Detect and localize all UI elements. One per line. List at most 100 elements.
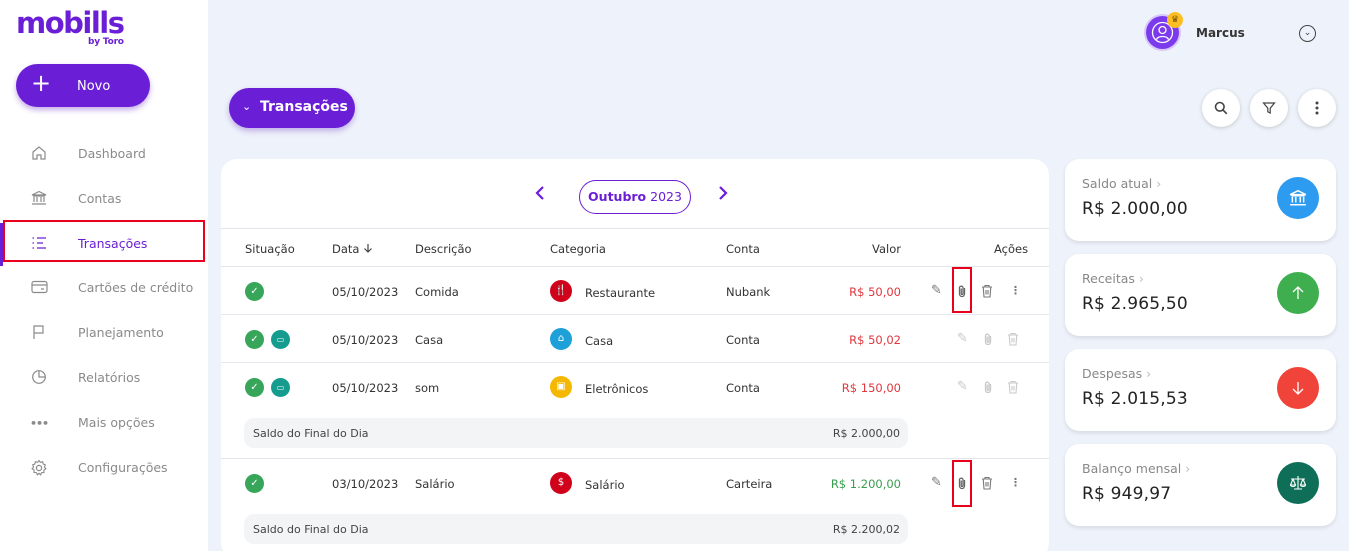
day-balance-summary: Saldo do Final do Dia R$ 2.000,00 — [244, 418, 908, 448]
sidebar-item-mais-opcoes[interactable]: ••• Mais opções — [0, 401, 208, 446]
sidebar-item-dashboard[interactable]: Dashboard — [0, 132, 208, 177]
month-name: Outubro — [588, 189, 647, 204]
row-value: R$ 150,00 — [841, 381, 901, 395]
col-description: Descrição — [415, 242, 472, 256]
attachment-icon[interactable] — [983, 380, 993, 398]
arrow-up-icon — [1277, 272, 1319, 314]
stat-title: Balanço mensal › — [1082, 461, 1191, 476]
stat-card-receitas[interactable]: Receitas › R$ 2.965,50 — [1065, 254, 1336, 336]
chevron-down-icon: ⌄ — [242, 100, 252, 113]
edit-icon[interactable]: ✎ — [957, 380, 968, 394]
trash-icon[interactable] — [1007, 332, 1019, 350]
row-date: 03/10/2023 — [332, 477, 399, 491]
day-balance-value: R$ 2.000,00 — [832, 427, 900, 440]
sidebar-item-label: Relatórios — [78, 369, 141, 385]
user-name: Marcus — [1196, 26, 1245, 40]
row-category: Eletrônicos — [585, 382, 649, 396]
sidebar-item-relatorios[interactable]: Relatórios — [0, 356, 208, 401]
table-row[interactable]: ✓ 03/10/2023 Salário $ Salário Carteira … — [221, 459, 1049, 507]
paid-check-icon[interactable]: ✓ — [245, 282, 264, 301]
sidebar-item-transacoes[interactable]: Transações — [0, 222, 208, 267]
table-header: Situação Data Descrição Categoria Conta … — [221, 228, 1049, 267]
attachment-icon[interactable] — [983, 332, 993, 350]
sidebar-item-label: Transações — [78, 235, 148, 251]
stat-title: Despesas › — [1082, 366, 1152, 381]
new-button[interactable]: + Novo — [16, 64, 150, 107]
plus-icon: + — [31, 69, 52, 97]
more-vertical-icon[interactable]: ⋮ — [1010, 476, 1021, 490]
stat-value: R$ 2.965,50 — [1082, 294, 1188, 314]
sidebar-item-label: Dashboard — [78, 146, 146, 161]
transacoes-dropdown-button[interactable]: ⌄ Transações — [229, 88, 355, 128]
col-date[interactable]: Data — [332, 242, 373, 256]
more-vertical-icon — [1315, 101, 1319, 115]
sidebar-item-planejamento[interactable]: Planejamento — [0, 311, 208, 356]
day-balance-label: Saldo do Final do Dia — [253, 523, 369, 536]
row-description: som — [415, 381, 440, 395]
table-row[interactable]: ✓ 05/10/2023 Comida 🍴 Restaurante Nubank… — [221, 267, 1049, 315]
trash-icon[interactable] — [981, 284, 993, 302]
paid-check-icon[interactable]: ✓ — [245, 378, 264, 397]
next-month-button[interactable] — [717, 185, 729, 206]
restaurant-icon: 🍴 — [550, 280, 572, 302]
logo[interactable]: mobills by Toro — [16, 8, 125, 47]
paid-check-icon[interactable]: ✓ — [245, 330, 264, 349]
stat-value: R$ 2.015,53 — [1082, 389, 1188, 409]
more-vertical-icon[interactable]: ⋮ — [1010, 284, 1021, 298]
arrow-down-icon — [1277, 367, 1319, 409]
trash-icon[interactable] — [1007, 380, 1019, 398]
row-value: R$ 50,02 — [849, 333, 901, 347]
col-actions: Ações — [994, 242, 1029, 256]
row-value: R$ 1.200,00 — [830, 477, 901, 491]
active-indicator — [0, 222, 3, 266]
row-description: Casa — [415, 333, 444, 347]
sidebar-item-configuracoes[interactable]: Configurações — [0, 446, 208, 491]
search-icon — [1214, 101, 1228, 115]
col-value: Valor — [872, 242, 901, 256]
sidebar-item-label: Contas — [78, 190, 122, 206]
sidebar-nav: Dashboard Contas Transações Cartões de c… — [0, 132, 208, 490]
attachment-icon[interactable] — [957, 284, 967, 302]
day-balance-summary: Saldo do Final do Dia R$ 2.200,02 — [244, 514, 908, 544]
flag-icon — [29, 324, 49, 344]
month-selector[interactable]: Outubro 2023 — [579, 180, 691, 214]
edit-icon[interactable]: ✎ — [931, 284, 942, 298]
stat-value: R$ 949,97 — [1082, 484, 1172, 504]
home-icon — [29, 145, 49, 165]
sidebar-item-contas[interactable]: Contas — [0, 177, 208, 222]
transacoes-dropdown-label: Transações — [260, 99, 348, 115]
monitor-icon: ▣ — [550, 376, 572, 398]
more-options-button[interactable] — [1298, 89, 1336, 127]
stat-card-despesas[interactable]: Despesas › R$ 2.015,53 — [1065, 349, 1336, 431]
chevron-left-icon — [535, 186, 544, 200]
stat-title: Saldo atual › — [1082, 176, 1162, 191]
arrow-down-icon — [364, 244, 373, 253]
search-button[interactable] — [1202, 89, 1240, 127]
day-balance-value: R$ 2.200,02 — [832, 523, 900, 536]
table-row[interactable]: ✓ ▭ 05/10/2023 Casa ⌂ Casa Conta R$ 50,0… — [221, 315, 1049, 363]
prev-month-button[interactable] — [534, 185, 546, 206]
col-status: Situação — [245, 242, 295, 256]
scale-icon — [1277, 462, 1319, 504]
sidebar-item-cartoes[interactable]: Cartões de crédito — [0, 266, 208, 311]
filter-button[interactable] — [1250, 89, 1288, 127]
edit-icon[interactable]: ✎ — [931, 476, 942, 490]
stat-card-balanco-mensal[interactable]: Balanço mensal › R$ 949,97 — [1065, 444, 1336, 526]
sidebar-item-label: Cartões de crédito — [78, 280, 194, 296]
paid-check-icon[interactable]: ✓ — [245, 474, 264, 493]
stat-card-saldo-atual[interactable]: Saldo atual › R$ 2.000,00 — [1065, 159, 1336, 241]
table-row[interactable]: ✓ ▭ 05/10/2023 som ▣ Eletrônicos Conta R… — [221, 363, 1049, 411]
row-description: Salário — [415, 477, 455, 491]
sidebar-item-label: Planejamento — [78, 325, 164, 341]
month-year: 2023 — [650, 189, 682, 204]
pie-chart-icon — [29, 369, 49, 389]
row-date: 05/10/2023 — [332, 333, 399, 347]
attachment-icon[interactable] — [957, 476, 967, 494]
col-date-label: Data — [332, 242, 360, 256]
money-icon: $ — [550, 472, 572, 494]
row-value: R$ 50,00 — [849, 285, 901, 299]
chevron-down-icon[interactable]: ⌄ — [1299, 25, 1316, 42]
row-date: 05/10/2023 — [332, 285, 399, 299]
edit-icon[interactable]: ✎ — [957, 332, 968, 346]
trash-icon[interactable] — [981, 476, 993, 494]
